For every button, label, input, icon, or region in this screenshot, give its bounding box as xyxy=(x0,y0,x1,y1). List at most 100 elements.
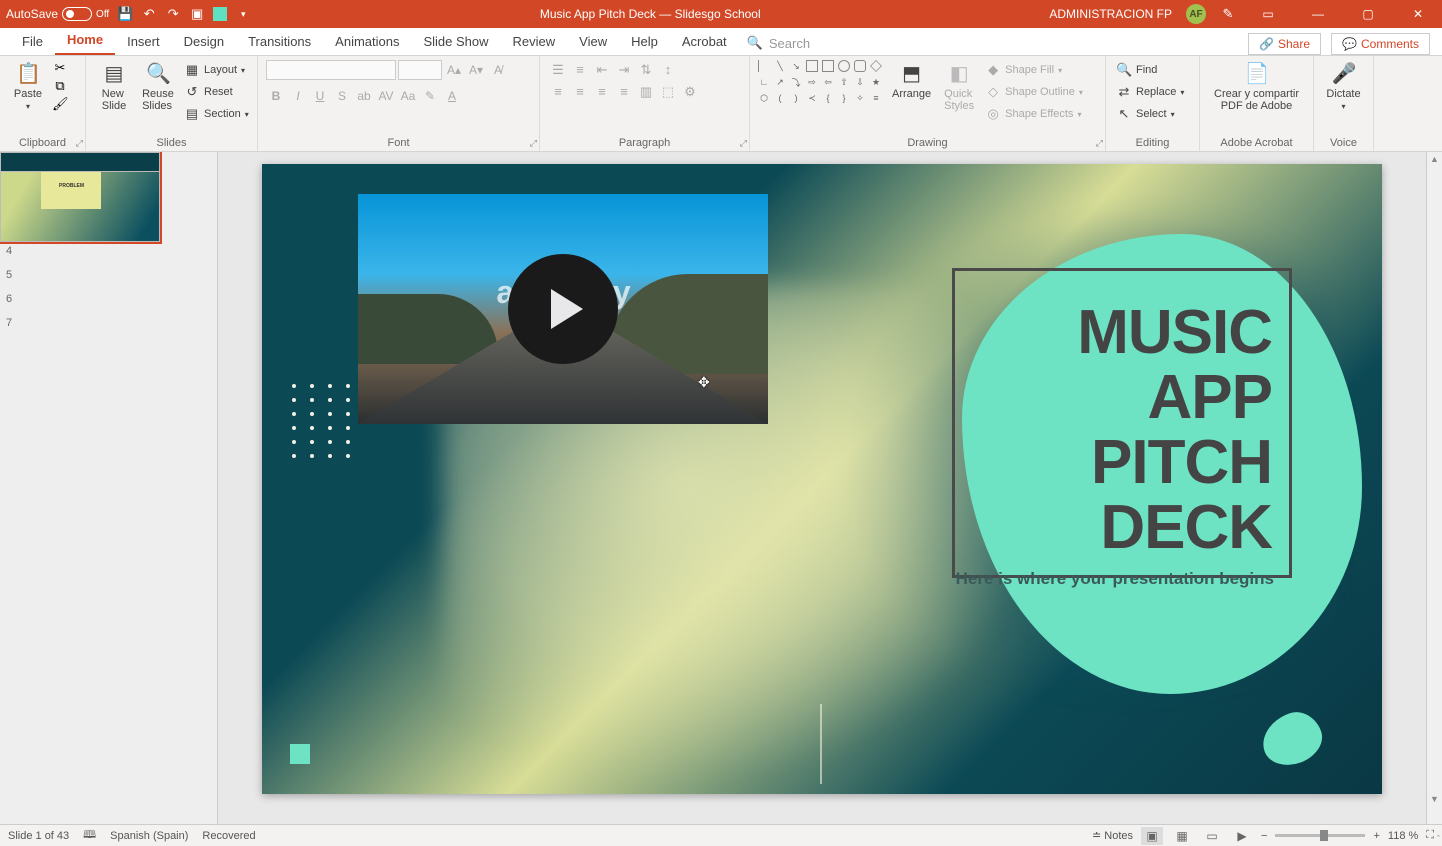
font-color-icon[interactable]: A xyxy=(442,86,462,106)
dialog-launcher-icon[interactable]: ⤢ xyxy=(76,138,83,149)
dialog-launcher-icon[interactable]: ⤢ xyxy=(740,138,747,149)
autosave-toggle[interactable]: AutoSave Off xyxy=(6,7,109,21)
tab-slideshow[interactable]: Slide Show xyxy=(411,28,500,55)
tab-design[interactable]: Design xyxy=(172,28,236,55)
section-button[interactable]: ▤Section▾ xyxy=(182,104,251,124)
qat-dropdown-icon[interactable]: ▾ xyxy=(235,6,251,22)
minimize-icon[interactable]: — xyxy=(1300,4,1336,24)
slideshow-view-icon[interactable]: ▶ xyxy=(1231,827,1253,845)
font-size-combo[interactable] xyxy=(398,60,442,80)
slide-thumb-4[interactable]: 4 OUR COMPANY xyxy=(6,245,211,257)
tab-transitions[interactable]: Transitions xyxy=(236,28,323,55)
slide-thumb-6[interactable]: 6 PROBLEM xyxy=(6,293,211,305)
present-from-start-icon[interactable]: ▣ xyxy=(189,6,205,22)
redo-icon[interactable]: ↷ xyxy=(165,6,181,22)
shadow-icon[interactable]: ab xyxy=(354,86,374,106)
shape-fill-button[interactable]: ◆Shape Fill▾ xyxy=(983,60,1085,80)
font-family-combo[interactable] xyxy=(266,60,396,80)
user-avatar[interactable]: AF xyxy=(1186,4,1206,24)
slide-thumb-7[interactable]: 7 xyxy=(6,317,211,329)
align-center-icon[interactable]: ≡ xyxy=(570,82,590,102)
spacing-icon[interactable]: AV xyxy=(376,86,396,106)
format-painter-icon[interactable]: 🖌 xyxy=(52,96,68,112)
comments-button[interactable]: 💬Comments xyxy=(1331,33,1430,55)
slide-indicator[interactable]: Slide 1 of 43 xyxy=(8,830,69,842)
tab-file[interactable]: File xyxy=(10,28,55,55)
reset-button[interactable]: ↺Reset xyxy=(182,82,251,102)
strike-icon[interactable]: S xyxy=(332,86,352,106)
arrange-button[interactable]: ⬒Arrange xyxy=(888,60,935,102)
columns-icon[interactable]: ▥ xyxy=(636,82,656,102)
save-icon[interactable]: 💾 xyxy=(117,6,133,22)
reuse-slides-button[interactable]: 🔍 Reuse Slides xyxy=(138,60,178,114)
line-spacing-icon[interactable]: ⇅ xyxy=(636,60,656,80)
cut-icon[interactable]: ✂ xyxy=(52,60,68,76)
change-case-icon[interactable]: Aa xyxy=(398,86,418,106)
share-button[interactable]: 🔗Share xyxy=(1248,33,1321,55)
tab-home[interactable]: Home xyxy=(55,26,115,55)
tab-review[interactable]: Review xyxy=(501,28,568,55)
zoom-in-icon[interactable]: + xyxy=(1373,830,1379,842)
tab-help[interactable]: Help xyxy=(619,28,670,55)
ribbon-options-icon[interactable]: ▭ xyxy=(1250,4,1286,24)
sorter-view-icon[interactable]: ▦ xyxy=(1171,827,1193,845)
decrease-indent-icon[interactable]: ⇤ xyxy=(592,60,612,80)
paste-button[interactable]: 📋 Paste ▾ xyxy=(8,60,48,113)
slide-editor[interactable]: MUSICAPP PITCHDECK Here is where your pr… xyxy=(218,152,1426,824)
collapse-ribbon-icon[interactable]: ˆ xyxy=(1437,834,1440,844)
copy-icon[interactable]: ⧉ xyxy=(52,78,68,94)
slide-thumb-5[interactable]: 5 xyxy=(6,269,211,281)
zoom-slider[interactable] xyxy=(1275,834,1365,837)
smartart-icon[interactable]: ⚙ xyxy=(680,82,700,102)
adobe-pdf-button[interactable]: 📄 Crear y compartir PDF de Adobe xyxy=(1208,60,1305,114)
dialog-launcher-icon[interactable]: ⤢ xyxy=(530,138,537,149)
slide-canvas[interactable]: MUSICAPP PITCHDECK Here is where your pr… xyxy=(262,164,1382,794)
spellcheck-icon[interactable]: 🕮 xyxy=(83,826,96,845)
numbering-icon[interactable]: ≡ xyxy=(570,60,590,80)
shape-outline-button[interactable]: ◇Shape Outline▾ xyxy=(983,82,1085,102)
tab-animations[interactable]: Animations xyxy=(323,28,411,55)
undo-icon[interactable]: ↶ xyxy=(141,6,157,22)
notes-button[interactable]: ≐ Notes xyxy=(1092,829,1133,842)
shape-effects-button[interactable]: ◎Shape Effects▾ xyxy=(983,104,1085,124)
new-slide-button[interactable]: ▤ New Slide xyxy=(94,60,134,114)
align-text-icon[interactable]: ⬚ xyxy=(658,82,678,102)
tab-acrobat[interactable]: Acrobat xyxy=(670,28,739,55)
zoom-out-icon[interactable]: − xyxy=(1261,830,1267,842)
slide-subtitle[interactable]: Here is where your presentation begins xyxy=(956,569,1274,589)
close-icon[interactable]: ✕ xyxy=(1400,4,1436,24)
search-box[interactable]: 🔍 Search xyxy=(739,31,818,55)
increase-font-icon[interactable]: A▴ xyxy=(444,60,464,80)
coming-soon-icon[interactable]: ✎ xyxy=(1220,6,1236,22)
bold-icon[interactable]: B xyxy=(266,86,286,106)
layout-button[interactable]: ▦Layout▾ xyxy=(182,60,251,80)
zoom-level[interactable]: 118 % xyxy=(1388,830,1418,842)
video-placeholder[interactable]: audio ary ✥ xyxy=(358,194,768,424)
bullets-icon[interactable]: ☰ xyxy=(548,60,568,80)
find-button[interactable]: 🔍Find xyxy=(1114,60,1191,80)
dictate-button[interactable]: 🎤 Dictate ▾ xyxy=(1322,60,1365,113)
language-indicator[interactable]: Spanish (Spain) xyxy=(110,830,188,842)
justify-icon[interactable]: ≡ xyxy=(614,82,634,102)
vertical-scrollbar[interactable] xyxy=(1426,152,1442,824)
clear-format-icon[interactable]: A̸ xyxy=(488,60,508,80)
slide-title[interactable]: MUSICAPP PITCHDECK xyxy=(952,300,1272,560)
play-button[interactable] xyxy=(508,254,618,364)
theme-color-swatch[interactable] xyxy=(213,7,227,21)
italic-icon[interactable]: I xyxy=(288,86,308,106)
replace-button[interactable]: ⇄Replace▾ xyxy=(1114,82,1191,102)
underline-icon[interactable]: U xyxy=(310,86,330,106)
maximize-icon[interactable]: ▢ xyxy=(1350,4,1386,24)
recovered-indicator[interactable]: Recovered xyxy=(202,830,255,842)
dialog-launcher-icon[interactable]: ⤢ xyxy=(1096,138,1103,149)
shapes-gallery[interactable]: ╲↘ ∟↗⤵⇨⇦⇧⇩★ ⬡()≺{}✧≡ xyxy=(758,60,884,106)
slide-thumbnails-panel[interactable]: 1★ MUSIC APP PITCH DECK 2 01 02━━ ━━03 0… xyxy=(0,152,218,824)
quick-styles-button[interactable]: ◧Quick Styles xyxy=(939,60,979,114)
normal-view-icon[interactable]: ▣ xyxy=(1141,827,1163,845)
tab-view[interactable]: View xyxy=(567,28,619,55)
align-left-icon[interactable]: ≡ xyxy=(548,82,568,102)
text-direction-icon[interactable]: ↕ xyxy=(658,60,678,80)
select-button[interactable]: ↖Select▾ xyxy=(1114,104,1191,124)
tab-insert[interactable]: Insert xyxy=(115,28,172,55)
reading-view-icon[interactable]: ▭ xyxy=(1201,827,1223,845)
